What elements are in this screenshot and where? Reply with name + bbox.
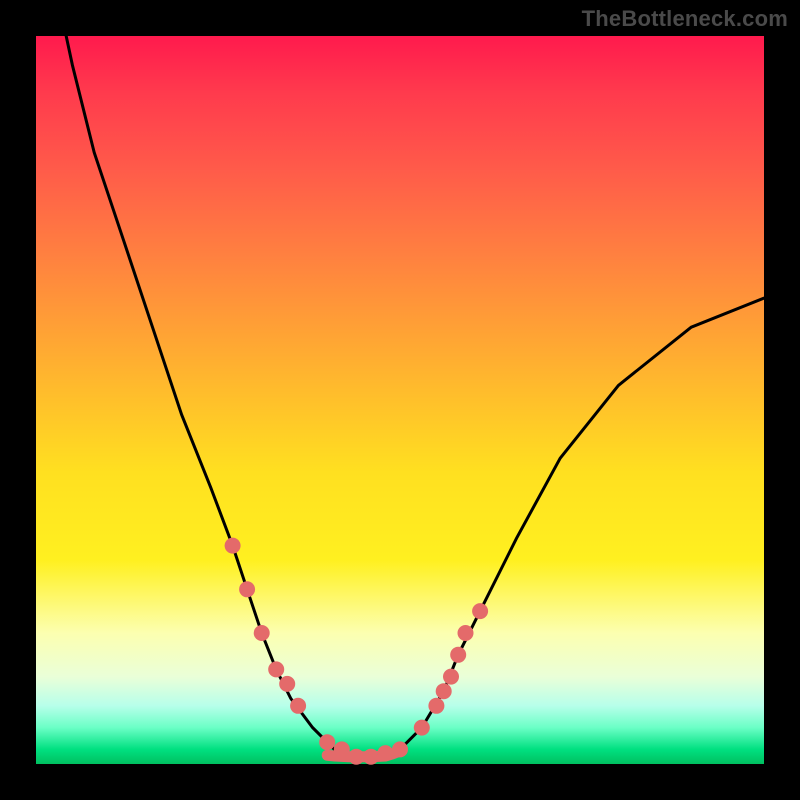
highlight-dot [458, 625, 474, 641]
highlight-dot [377, 745, 393, 761]
highlight-dot [254, 625, 270, 641]
highlight-dot [268, 661, 284, 677]
highlight-dot [363, 749, 379, 765]
highlight-dot [319, 734, 335, 750]
highlight-dot [472, 603, 488, 619]
highlight-dot [290, 698, 306, 714]
chart-frame: TheBottleneck.com [0, 0, 800, 800]
plot-area [36, 36, 764, 764]
highlight-dot [443, 669, 459, 685]
highlight-dot [279, 676, 295, 692]
highlight-dot [414, 720, 430, 736]
highlight-dot [392, 741, 408, 757]
bottleneck-curve [51, 0, 764, 757]
highlight-dot [334, 741, 350, 757]
highlight-dot [239, 581, 255, 597]
watermark-text: TheBottleneck.com [582, 6, 788, 32]
highlight-dots [225, 538, 489, 765]
highlight-dot [348, 749, 364, 765]
highlight-dot [450, 647, 466, 663]
curve-layer [36, 36, 764, 764]
highlight-dot [428, 698, 444, 714]
highlight-dot [436, 683, 452, 699]
highlight-dot [225, 538, 241, 554]
